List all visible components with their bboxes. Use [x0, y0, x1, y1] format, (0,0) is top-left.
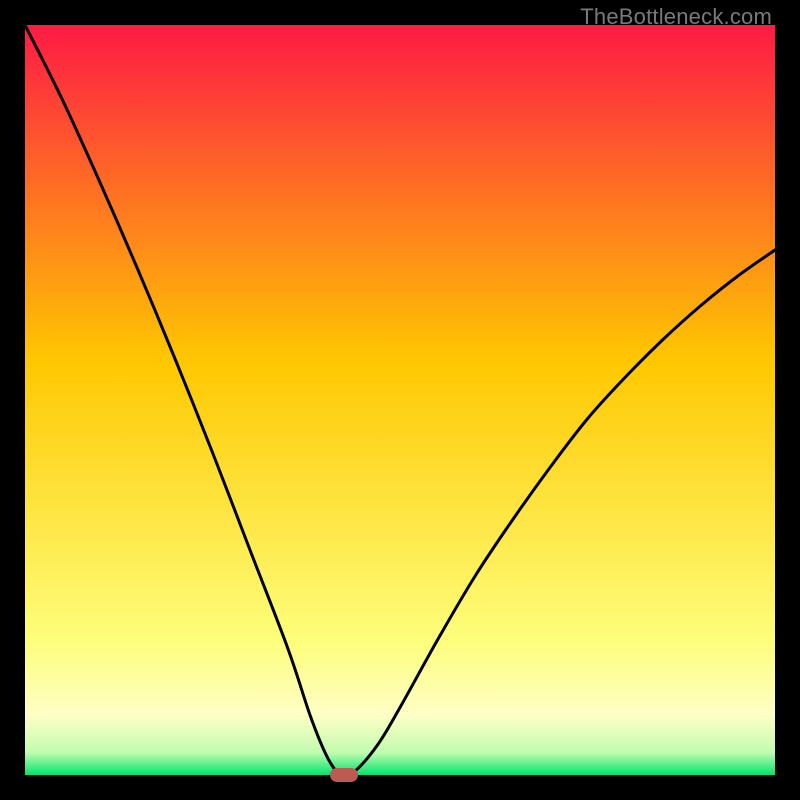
chart-frame	[25, 25, 775, 775]
optimal-marker	[330, 768, 358, 782]
watermark-text: TheBottleneck.com	[580, 4, 772, 30]
bottleneck-chart	[25, 25, 775, 775]
gradient-background	[25, 25, 775, 775]
